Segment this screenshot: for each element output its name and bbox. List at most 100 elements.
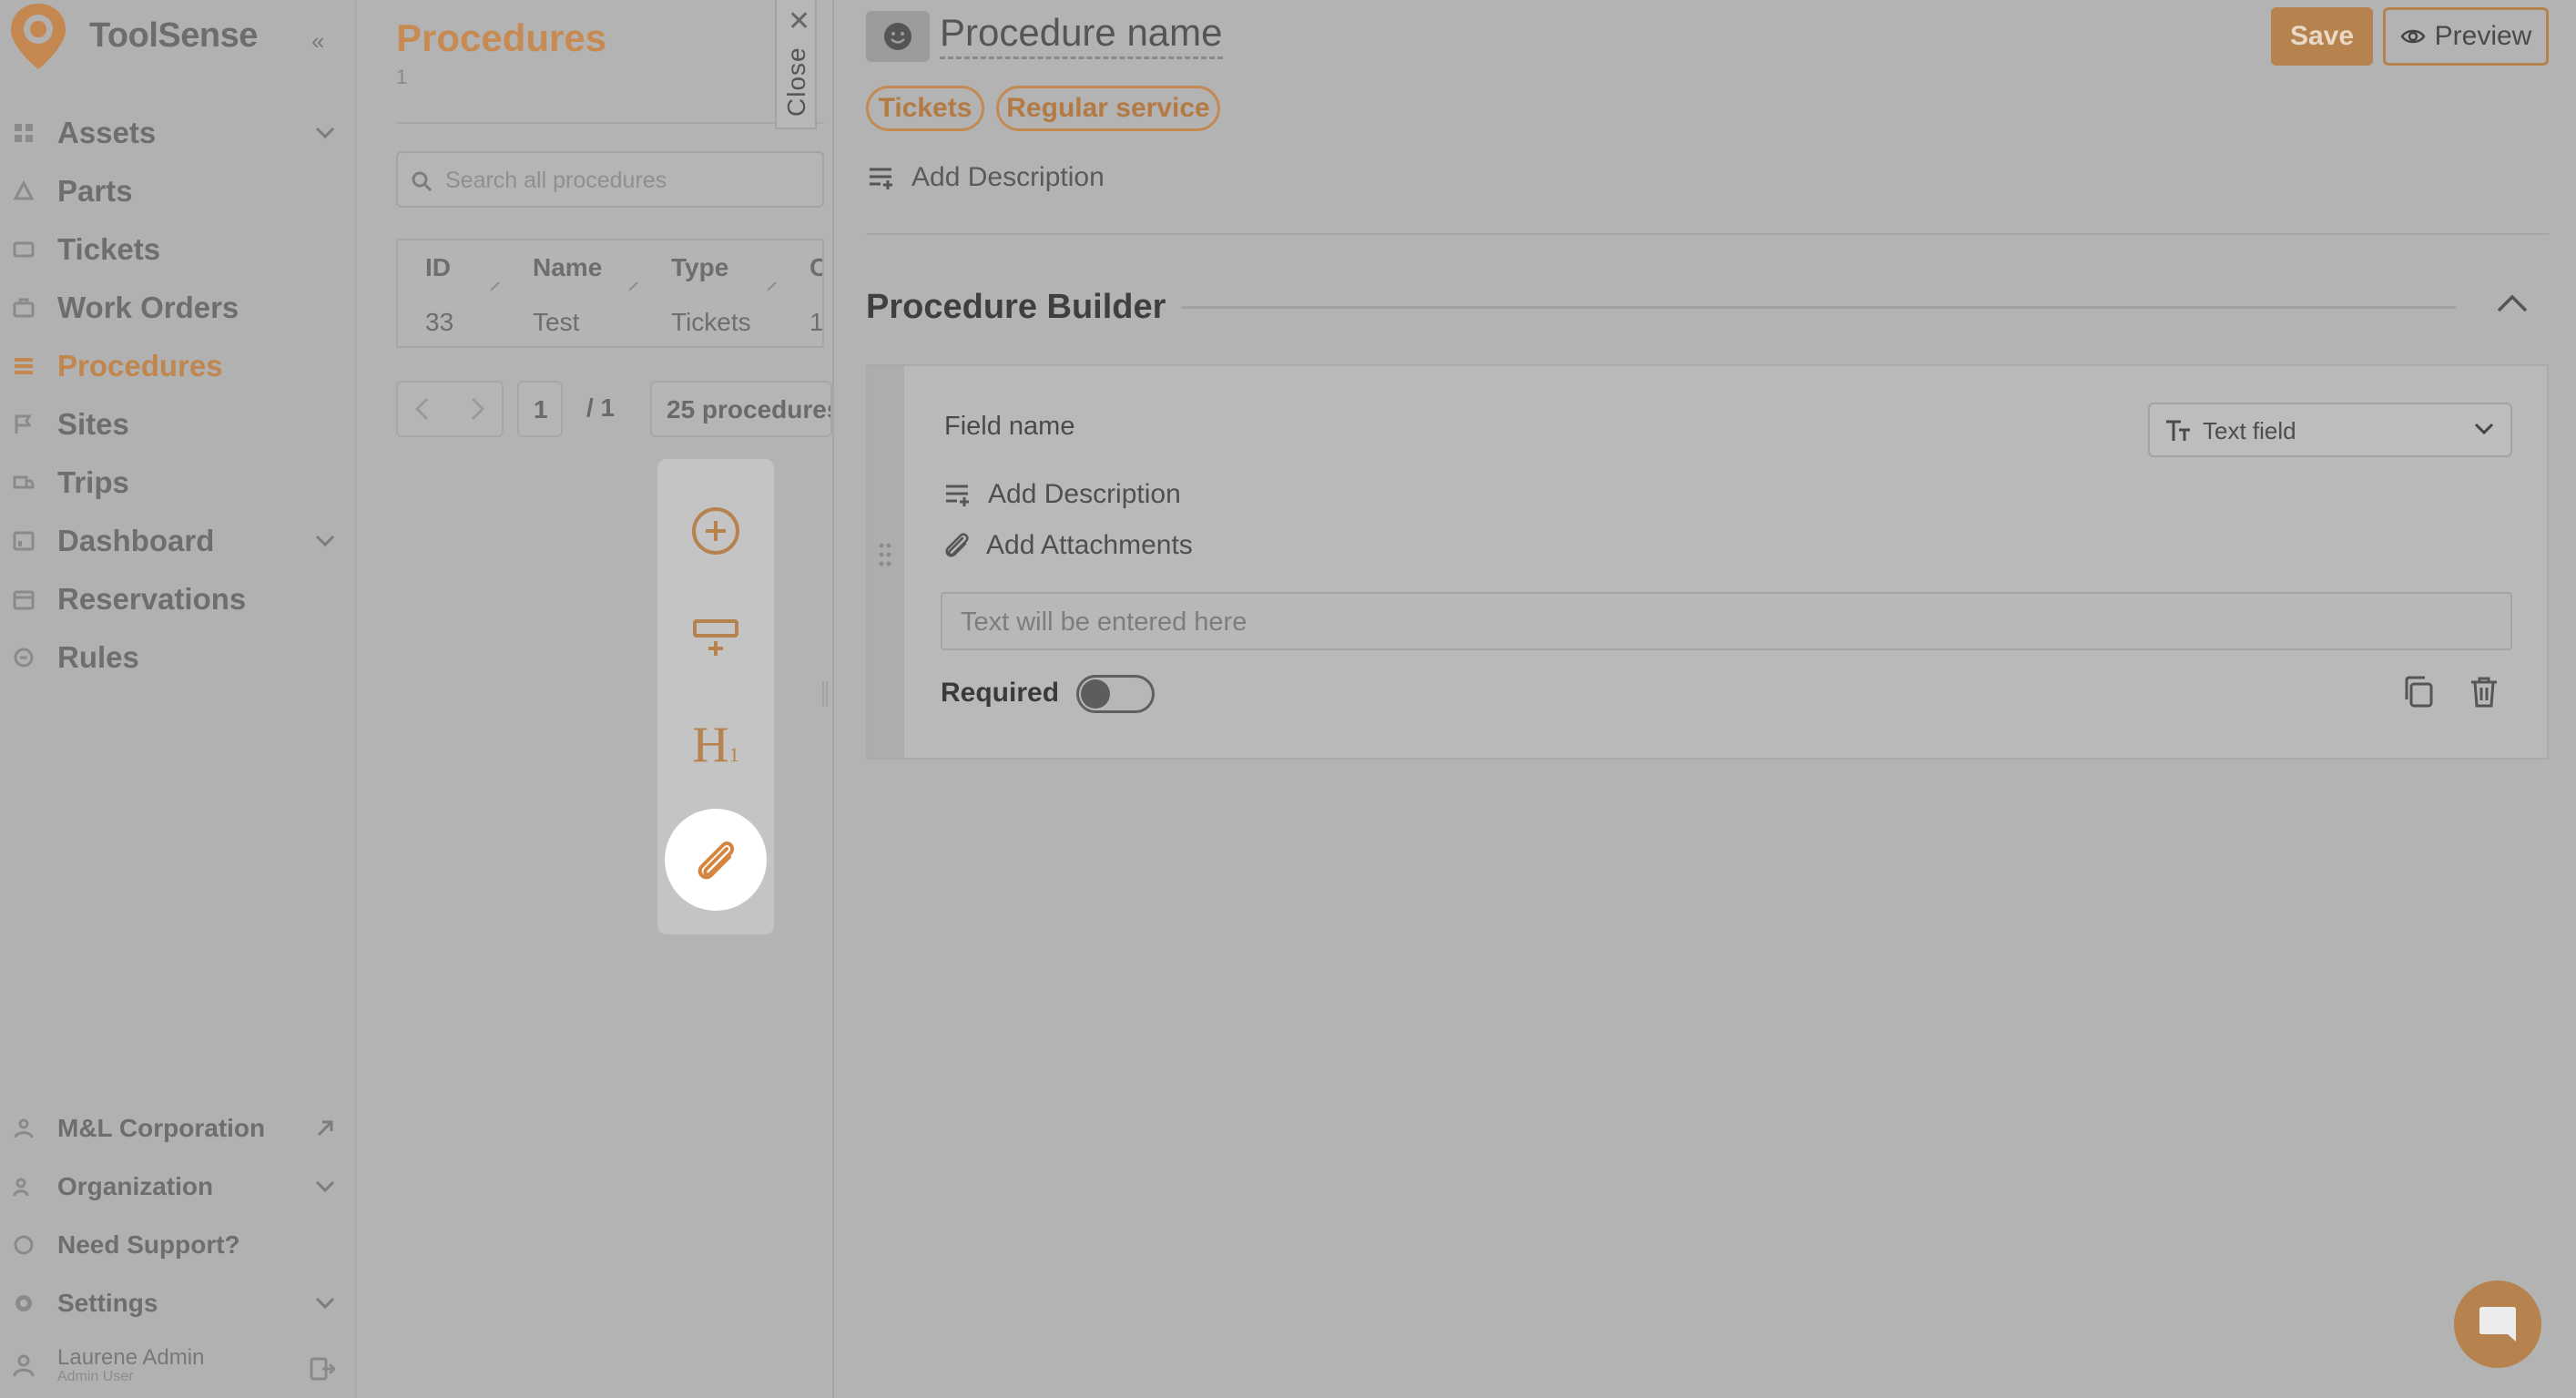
attachment-icon (697, 842, 735, 880)
add-section-button[interactable] (657, 614, 774, 661)
save-button[interactable]: Save (2271, 7, 2373, 66)
field-add-description-label: Add Description (988, 479, 1181, 509)
column-header-4[interactable]: C (809, 253, 822, 282)
heading-icon: H1 (692, 716, 738, 784)
sidebar-item-parts[interactable]: Parts (0, 166, 355, 217)
sidebar-item-label: Procedures (57, 349, 223, 383)
add-description-icon (870, 168, 892, 189)
column-header-id[interactable]: ID (425, 253, 451, 282)
column-header-name[interactable]: Name (533, 253, 602, 282)
tag-regular-service[interactable]: Regular service (996, 86, 1220, 131)
add-description-icon (946, 485, 969, 506)
drag-handle[interactable] (868, 366, 904, 758)
procedure-builder-title: Procedure Builder (866, 288, 1166, 326)
toggle-knob (1081, 679, 1110, 709)
text-type-icon (2166, 420, 2190, 441)
close-label: Close (782, 46, 810, 117)
sidebar-item-rules[interactable]: Rules (0, 632, 355, 683)
add-section-icon (693, 619, 738, 656)
field-type-select[interactable]: Text field (2148, 403, 2512, 457)
external-link-icon (317, 1120, 333, 1137)
sidebar-item-company[interactable]: M&L Corporation (0, 1103, 355, 1154)
chevron-left-icon[interactable] (412, 397, 433, 421)
text-answer-placeholder: Text will be entered here (961, 607, 1247, 637)
add-field-button[interactable] (657, 505, 774, 557)
parts-icon (13, 180, 35, 200)
field-add-description-button[interactable]: Add Description (944, 479, 1181, 510)
sidebar-item-label: Need Support? (57, 1230, 240, 1259)
collapse-sidebar-icon[interactable]: « (311, 27, 324, 56)
column-resize-handle[interactable] (627, 281, 638, 291)
sidebar-item-label: Trips (57, 465, 129, 499)
sidebar-item-sites[interactable]: Sites (0, 399, 355, 450)
column-resize-handle[interactable] (766, 281, 777, 291)
field-name-input[interactable]: Field name (944, 412, 1074, 442)
trash-icon[interactable] (2469, 676, 2500, 709)
chevron-right-icon[interactable] (467, 397, 487, 421)
search-placeholder: Search all procedures (445, 168, 667, 193)
field-card: Field name Text field Add Description Ad… (866, 364, 2549, 760)
sidebar-item-label: Settings (57, 1289, 158, 1317)
emoji-picker-button[interactable] (866, 11, 930, 62)
required-label: Required (941, 678, 1060, 708)
rules-icon (14, 648, 34, 668)
column-header-type[interactable]: Type (671, 253, 728, 282)
builder-toolbar: H1 (657, 459, 774, 934)
sidebar-item-label: Dashboard (57, 524, 215, 557)
chevron-up-icon[interactable] (2496, 293, 2529, 313)
sidebar-item-settings[interactable]: Settings (0, 1278, 355, 1329)
text-answer-input[interactable]: Text will be entered here (941, 592, 2512, 650)
sidebar-item-reservations[interactable]: Reservations (0, 574, 355, 625)
page-size-select[interactable]: 25 procedures (650, 381, 832, 437)
close-icon[interactable]: ✕ (788, 5, 810, 37)
add-description-button[interactable]: Add Description (868, 162, 1105, 193)
sidebar-item-label: Sites (57, 407, 129, 441)
heading-icon-subscript: 1 (728, 743, 739, 766)
sidebar-item-dashboard[interactable]: Dashboard (0, 515, 355, 566)
tag-tickets[interactable]: Tickets (866, 86, 984, 131)
add-attachment-button[interactable] (665, 809, 767, 911)
chevron-down-icon (315, 1297, 335, 1310)
duplicate-icon[interactable] (2403, 676, 2434, 709)
sidebar-item-work-orders[interactable]: Work Orders (0, 282, 355, 333)
required-toggle[interactable] (1076, 675, 1155, 713)
cell-4: 1 (809, 308, 824, 336)
add-field-icon (692, 507, 739, 555)
heading-icon-letter: H (692, 717, 729, 773)
close-panel-tab[interactable]: ✕ Close (775, 0, 817, 129)
search-input[interactable]: Search all procedures (396, 151, 824, 208)
procedure-name-input[interactable]: Procedure name (940, 11, 1223, 59)
page-title: Procedures (396, 16, 607, 59)
chat-icon (2479, 1307, 2516, 1342)
sidebar-item-trips[interactable]: Trips (0, 457, 355, 508)
sidebar-item-organization[interactable]: Organization (0, 1161, 355, 1212)
brand-name: ToolSense (89, 16, 258, 55)
user-name: Laurene Admin (57, 1345, 205, 1370)
panel-resize-handle[interactable] (821, 681, 829, 707)
sidebar-item-support[interactable]: Need Support? (0, 1219, 355, 1270)
chevron-down-icon (315, 535, 335, 547)
logout-icon[interactable] (310, 1357, 335, 1381)
cell-id: 33 (425, 308, 454, 336)
list-icon (15, 358, 33, 374)
grid-icon (15, 124, 33, 142)
sidebar-item-label: Assets (57, 116, 157, 149)
divider (866, 233, 2549, 235)
preview-button[interactable]: Preview (2383, 7, 2549, 66)
sidebar-item-label: Tickets (57, 232, 161, 266)
page-number-input[interactable]: 1 (517, 381, 563, 437)
search-icon (412, 171, 433, 192)
sidebar-item-procedures[interactable]: Procedures (0, 341, 355, 392)
add-heading-button[interactable]: H1 (657, 716, 774, 784)
chat-support-button[interactable] (2454, 1281, 2541, 1368)
add-description-label: Add Description (911, 162, 1105, 192)
add-attachments-button[interactable]: Add Attachments (941, 530, 1193, 561)
procedures-table: ID Name Type C 33 Test Tickets 1 (396, 239, 824, 348)
organization-icon (13, 1178, 29, 1197)
sidebar-item-tickets[interactable]: Tickets (0, 224, 355, 275)
sidebar-item-label: Rules (57, 640, 139, 674)
column-resize-handle[interactable] (489, 281, 500, 291)
sidebar-item-assets[interactable]: Assets (0, 107, 355, 158)
settings-icon (15, 1295, 32, 1311)
calendar-icon (13, 590, 35, 610)
